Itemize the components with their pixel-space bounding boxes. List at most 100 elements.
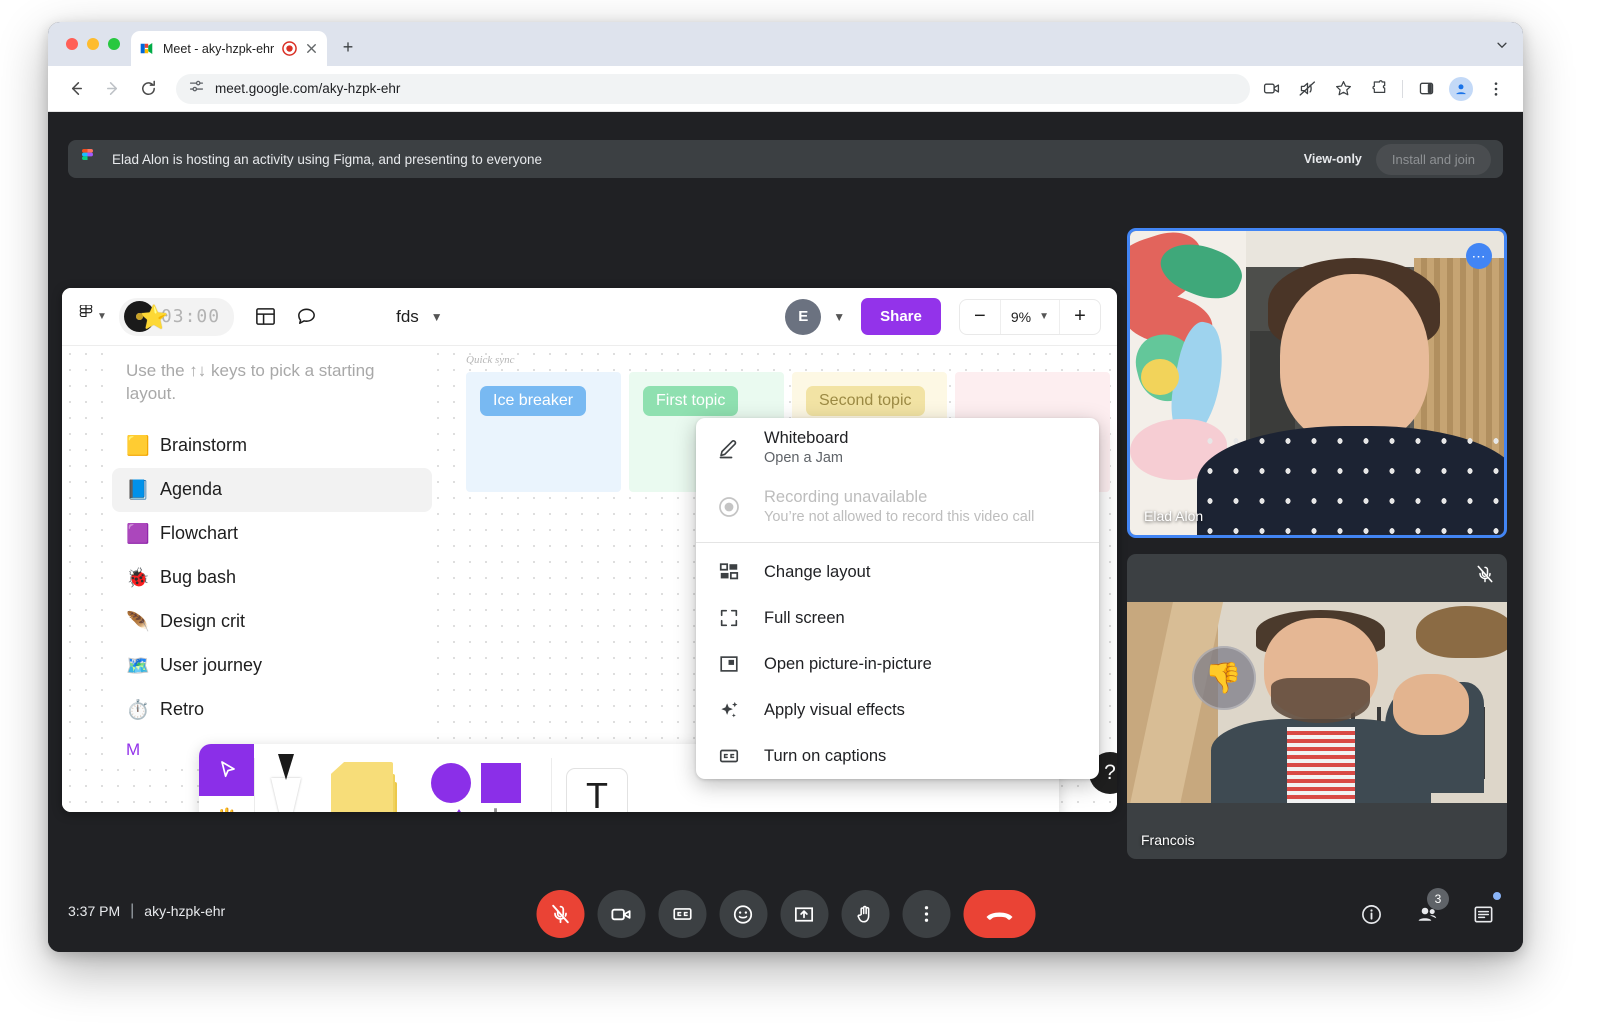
chat-button[interactable]: [1463, 892, 1503, 934]
bug-icon: 🐞: [126, 567, 150, 589]
layout-item-label: Agenda: [160, 479, 223, 500]
close-icon[interactable]: [304, 41, 319, 56]
topic-chip-second-topic[interactable]: Second topic: [806, 386, 925, 416]
back-arrow-icon[interactable]: [62, 75, 90, 103]
participant-tile-elad-alon[interactable]: ⋯ Elad Alon: [1127, 228, 1507, 538]
window-traffic-lights[interactable]: [66, 38, 120, 50]
map-icon: 🗺️: [126, 655, 150, 677]
extensions-puzzle-icon[interactable]: [1366, 76, 1392, 102]
figma-timer[interactable]: ⭐ 03:00: [118, 297, 235, 336]
menu-item-picture-in-picture[interactable]: Open picture-in-picture: [696, 641, 1099, 687]
chevron-down-icon[interactable]: [1495, 38, 1509, 57]
menu-item-captions[interactable]: Turn on captions: [696, 733, 1099, 779]
reload-icon[interactable]: [134, 75, 162, 103]
more-options-icon[interactable]: ⋯: [1466, 243, 1492, 269]
meeting-details-button[interactable]: [1351, 894, 1391, 934]
participants-button[interactable]: 3: [1407, 888, 1449, 934]
menu-item-change-layout[interactable]: Change layout: [696, 549, 1099, 595]
present-now-button[interactable]: [780, 890, 828, 938]
forward-arrow-icon[interactable]: [98, 75, 126, 103]
menu-item-title: Full screen: [764, 608, 845, 627]
figma-logo-icon[interactable]: ▼: [78, 300, 107, 334]
close-window-button[interactable]: [66, 38, 78, 50]
reactions-button[interactable]: [719, 890, 767, 938]
more-options-button[interactable]: [902, 890, 950, 938]
zoom-level[interactable]: 9% ▼: [999, 299, 1060, 334]
menu-item-title: Whiteboard: [764, 429, 849, 447]
menu-item-visual-effects[interactable]: Apply visual effects: [696, 687, 1099, 733]
tab-title: Meet - aky-hzpk-ehr: [163, 41, 275, 56]
minimize-window-button[interactable]: [87, 38, 99, 50]
figma-logo-icon: [80, 149, 100, 169]
zoom-in-button[interactable]: +: [1060, 300, 1100, 334]
layout-item-agenda[interactable]: 📘 Agenda: [112, 467, 432, 512]
cursor-tool-group[interactable]: 🖐: [199, 744, 254, 812]
install-and-join-button[interactable]: Install and join: [1375, 143, 1491, 175]
raise-hand-button[interactable]: [841, 890, 889, 938]
menu-item-full-screen[interactable]: Full screen: [696, 595, 1099, 641]
meeting-code: aky-hzpk-ehr: [144, 903, 226, 919]
stopwatch-icon: ⏱️: [126, 699, 150, 721]
topic-column[interactable]: Ice breaker: [466, 372, 621, 492]
participant-tile-francois[interactable]: 👎 Francois: [1127, 554, 1507, 859]
layout-item-brainstorm[interactable]: 🟨 Brainstorm: [112, 424, 432, 468]
new-tab-button[interactable]: +: [336, 35, 360, 59]
layout-item-retro[interactable]: ⏱️ Retro: [112, 688, 432, 732]
captions-button[interactable]: [658, 890, 706, 938]
pen-tool-icon[interactable]: [255, 744, 317, 812]
chevron-down-icon[interactable]: ▼: [431, 310, 443, 324]
site-settings-icon[interactable]: [188, 78, 205, 100]
toolbar-divider: [1402, 79, 1403, 98]
menu-item-whiteboard[interactable]: Whiteboard Open a Jam: [696, 418, 1099, 477]
record-circle-icon: [716, 495, 742, 519]
topic-chip-ice-breaker[interactable]: Ice breaker: [480, 386, 587, 416]
omnibar-actions: [1258, 76, 1509, 102]
microphone-muted-button[interactable]: [536, 890, 584, 938]
flowchart-shapes-icon: 🟪: [126, 523, 150, 545]
layout-grid-icon: [716, 561, 742, 583]
figma-collaborator-avatar[interactable]: E: [785, 298, 822, 335]
text-tool-icon[interactable]: T: [552, 744, 642, 812]
address-bar-text: meet.google.com/aky-hzpk-ehr: [215, 81, 401, 96]
comment-bubble-icon[interactable]: [295, 300, 318, 334]
meet-more-options-menu: Whiteboard Open a Jam Recording unavaila…: [696, 418, 1099, 779]
sticky-note-tool-icon[interactable]: [317, 744, 415, 812]
layout-item-design-crit[interactable]: 🪶 Design crit: [112, 600, 432, 644]
zoom-out-button[interactable]: −: [960, 300, 1000, 334]
bookmark-star-icon[interactable]: [1330, 76, 1356, 102]
star-icon: ⭐: [139, 304, 169, 330]
chevron-down-icon[interactable]: ▼: [833, 310, 845, 324]
layout-item-user-journey[interactable]: 🗺️ User journey: [112, 644, 432, 688]
layout-item-flowchart[interactable]: 🟪 Flowchart: [112, 512, 432, 556]
chevron-down-icon: ▼: [1039, 311, 1049, 322]
menu-item-recording: Recording unavailable You’re not allowed…: [696, 477, 1099, 536]
camera-blocked-icon[interactable]: [1258, 76, 1284, 102]
camera-button[interactable]: [597, 890, 645, 938]
kebab-menu-icon[interactable]: [1483, 76, 1509, 102]
layout-item-bug-bash[interactable]: 🐞 Bug bash: [112, 556, 432, 600]
panel-layout-icon[interactable]: [254, 300, 277, 334]
feather-pen-icon: 🪶: [126, 611, 150, 633]
closed-captions-icon: [716, 745, 742, 767]
sound-muted-icon[interactable]: [1294, 76, 1320, 102]
leave-call-button[interactable]: [963, 890, 1035, 938]
side-panel-icon[interactable]: [1413, 76, 1439, 102]
call-controls: [536, 890, 1035, 938]
profile-avatar-icon[interactable]: [1449, 76, 1473, 101]
maximize-window-button[interactable]: [108, 38, 120, 50]
address-bar[interactable]: meet.google.com/aky-hzpk-ehr: [176, 73, 1250, 104]
hand-tool-icon[interactable]: 🖐: [199, 795, 254, 812]
figma-zoom-controls: − 9% ▼ +: [958, 298, 1101, 335]
shapes-tool-icon[interactable]: ↳: [415, 744, 551, 812]
browser-tab[interactable]: Meet - aky-hzpk-ehr: [131, 31, 327, 66]
layout-item-label: Flowchart: [160, 523, 239, 544]
layout-panel-hint: Use the ↑↓ keys to pick a starting layou…: [126, 361, 375, 403]
cursor-tool-icon[interactable]: [199, 744, 254, 796]
figma-file-name[interactable]: fds: [396, 307, 419, 327]
figma-share-button[interactable]: Share: [861, 298, 941, 335]
recording-dot-icon[interactable]: [282, 41, 297, 56]
layout-item-label: Brainstorm: [160, 435, 248, 456]
browser-tabstrip: Meet - aky-hzpk-ehr +: [48, 22, 1523, 66]
topic-chip-first-topic[interactable]: First topic: [643, 386, 739, 416]
activity-banner: Elad Alon is hosting an activity using F…: [68, 140, 1503, 178]
